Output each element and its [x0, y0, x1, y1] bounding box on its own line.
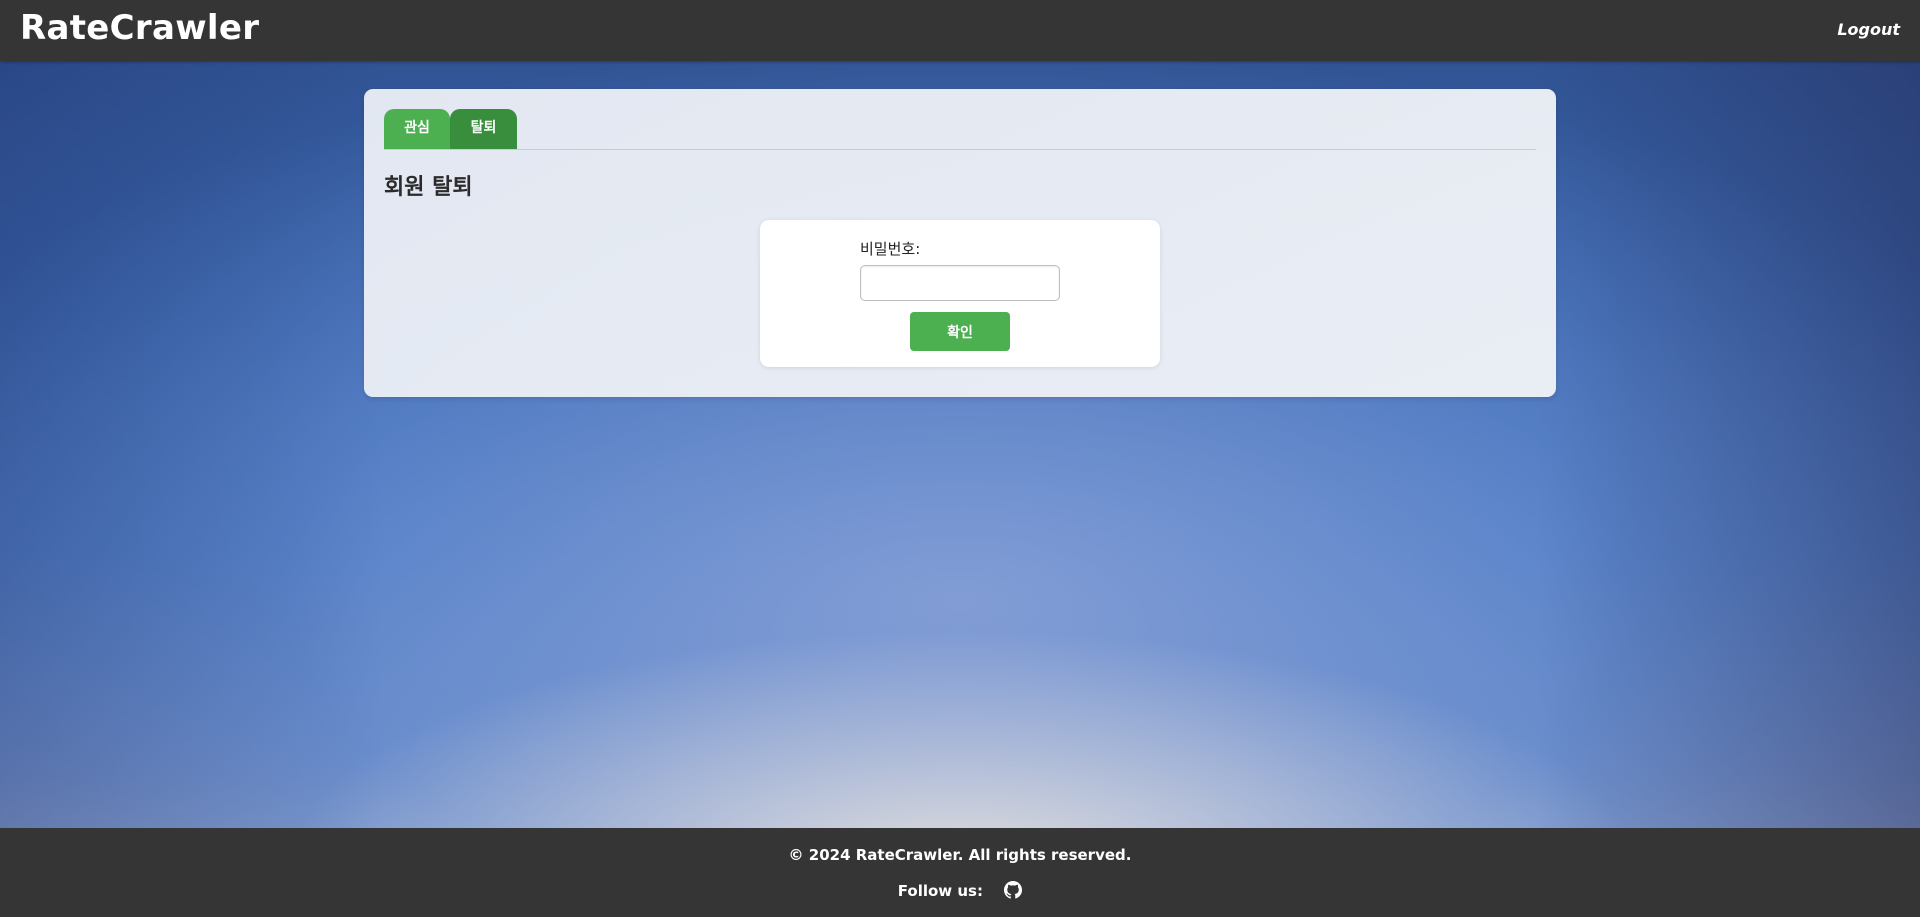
tab-interest[interactable]: 관심 [384, 109, 450, 149]
confirm-button[interactable]: 확인 [910, 312, 1010, 351]
footer: © 2024 RateCrawler. All rights reserved.… [0, 828, 1920, 917]
top-navbar: RateCrawler Logout [0, 0, 1920, 61]
github-icon[interactable] [1004, 881, 1023, 899]
account-panel: 관심 탈퇴 회원 탈퇴 비밀번호: 확인 [364, 89, 1556, 397]
logout-link[interactable]: Logout [1837, 20, 1900, 39]
site-logo[interactable]: RateCrawler [20, 8, 259, 48]
password-label: 비밀번호: [860, 240, 921, 258]
password-input[interactable] [860, 265, 1060, 301]
follow-row: Follow us: [0, 881, 1920, 900]
follow-label: Follow us: [897, 882, 983, 900]
tab-bar: 관심 탈퇴 [384, 109, 1536, 150]
copyright-text: © 2024 RateCrawler. All rights reserved. [788, 846, 1132, 864]
page-title: 회원 탈퇴 [384, 175, 473, 200]
withdraw-form: 비밀번호: 확인 [760, 220, 1160, 367]
tab-withdraw[interactable]: 탈퇴 [450, 109, 517, 149]
